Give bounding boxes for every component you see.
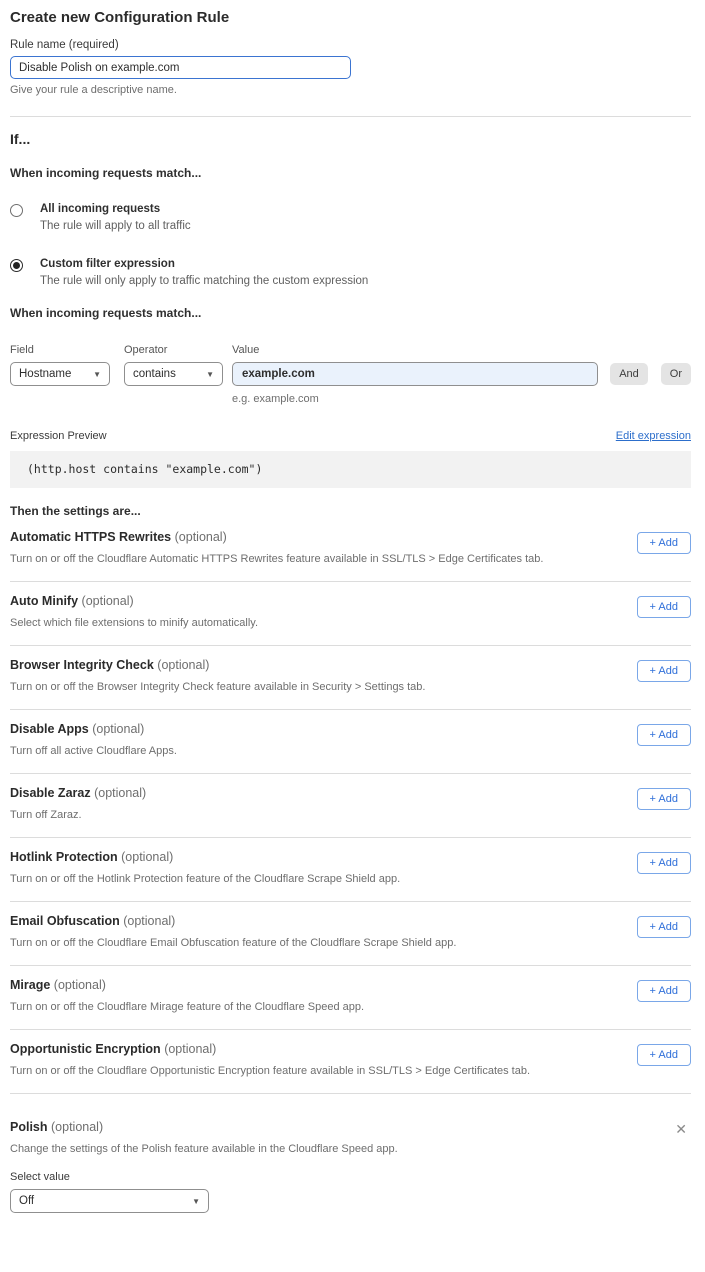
setting-optional-tag: (optional) <box>92 722 144 736</box>
setting-name: Email Obfuscation <box>10 914 120 928</box>
rule-name-input[interactable] <box>10 56 351 79</box>
operator-column-label: Operator <box>124 344 223 356</box>
setting-description: Turn on or off the Cloudflare Automatic … <box>10 553 543 565</box>
setting-row: Email Obfuscation (optional) Turn on or … <box>10 902 691 965</box>
expression-builder-heading: When incoming requests match... <box>10 306 691 320</box>
setting-description: Turn off Zaraz. <box>10 809 146 821</box>
setting-name: Polish <box>10 1120 48 1134</box>
polish-value-select[interactable]: Off ▼ <box>10 1189 209 1213</box>
add-setting-button[interactable]: + Add <box>637 1044 691 1066</box>
setting-optional-tag: (optional) <box>54 978 106 992</box>
if-heading: If... <box>10 131 691 147</box>
setting-name: Auto Minify <box>10 594 78 608</box>
setting-name: Browser Integrity Check <box>10 658 154 672</box>
expression-preview-label: Expression Preview <box>10 430 107 442</box>
value-helper-text: e.g. example.com <box>232 393 598 405</box>
field-select-value: Hostname <box>19 368 71 380</box>
add-setting-button[interactable]: + Add <box>637 788 691 810</box>
polish-select-value: Off <box>19 1195 34 1207</box>
create-configuration-rule-page: Create new Configuration Rule Rule name … <box>0 0 705 1225</box>
radio-label: All incoming requests <box>40 203 191 215</box>
operator-select[interactable]: contains ▼ <box>124 362 223 386</box>
setting-description: Turn on or off the Hotlink Protection fe… <box>10 873 400 885</box>
setting-row: Hotlink Protection (optional) Turn on or… <box>10 838 691 901</box>
radio-label: Custom filter expression <box>40 258 368 270</box>
operator-select-value: contains <box>133 368 176 380</box>
setting-name: Opportunistic Encryption <box>10 1042 161 1056</box>
then-settings-heading: Then the settings are... <box>10 504 691 518</box>
setting-optional-tag: (optional) <box>123 914 175 928</box>
expression-preview-code: (http.host contains "example.com") <box>10 451 691 488</box>
close-icon[interactable]: ✕ <box>675 1122 687 1136</box>
section-divider <box>10 116 691 117</box>
setting-description: Change the settings of the Polish featur… <box>10 1143 398 1155</box>
chevron-down-icon: ▼ <box>206 370 214 379</box>
rule-name-helper: Give your rule a descriptive name. <box>10 84 691 96</box>
radio-option-all-incoming-requests[interactable]: All incoming requests The rule will appl… <box>10 203 691 232</box>
add-setting-button[interactable]: + Add <box>637 724 691 746</box>
setting-description: Turn off all active Cloudflare Apps. <box>10 745 177 757</box>
setting-optional-tag: (optional) <box>175 530 227 544</box>
setting-row-polish: Polish (optional) Change the settings of… <box>10 1094 691 1155</box>
add-setting-button[interactable]: + Add <box>637 596 691 618</box>
setting-row: Auto Minify (optional) Select which file… <box>10 582 691 645</box>
chevron-down-icon: ▼ <box>192 1197 200 1206</box>
setting-row: Disable Zaraz (optional) Turn off Zaraz.… <box>10 774 691 837</box>
field-select[interactable]: Hostname ▼ <box>10 362 110 386</box>
setting-row: Browser Integrity Check (optional) Turn … <box>10 646 691 709</box>
setting-optional-tag: (optional) <box>51 1120 103 1134</box>
setting-optional-tag: (optional) <box>164 1042 216 1056</box>
setting-optional-tag: (optional) <box>94 786 146 800</box>
and-button[interactable]: And <box>610 363 648 385</box>
setting-row: Disable Apps (optional) Turn off all act… <box>10 710 691 773</box>
value-input[interactable] <box>232 362 598 386</box>
setting-description: Turn on or off the Browser Integrity Che… <box>10 681 425 693</box>
setting-optional-tag: (optional) <box>121 850 173 864</box>
incoming-requests-match-label: When incoming requests match... <box>10 166 691 180</box>
radio-description: The rule will only apply to traffic matc… <box>40 275 368 287</box>
setting-name: Hotlink Protection <box>10 850 118 864</box>
setting-optional-tag: (optional) <box>157 658 209 672</box>
setting-description: Select which file extensions to minify a… <box>10 617 258 629</box>
page-title: Create new Configuration Rule <box>10 9 691 26</box>
expression-builder-row: Field Hostname ▼ Operator contains ▼ Val… <box>10 344 691 405</box>
edit-expression-link[interactable]: Edit expression <box>616 430 691 442</box>
add-setting-button[interactable]: + Add <box>637 852 691 874</box>
setting-name: Automatic HTTPS Rewrites <box>10 530 171 544</box>
add-setting-button[interactable]: + Add <box>637 660 691 682</box>
setting-description: Turn on or off the Cloudflare Mirage fea… <box>10 1001 364 1013</box>
add-setting-button[interactable]: + Add <box>637 980 691 1002</box>
setting-name: Mirage <box>10 978 50 992</box>
setting-description: Turn on or off the Cloudflare Email Obfu… <box>10 937 456 949</box>
radio-description: The rule will apply to all traffic <box>40 220 191 232</box>
setting-optional-tag: (optional) <box>82 594 134 608</box>
value-column-label: Value <box>232 344 598 356</box>
or-button[interactable]: Or <box>661 363 691 385</box>
rule-name-label: Rule name (required) <box>10 39 691 51</box>
field-column-label: Field <box>10 344 110 356</box>
settings-list: Automatic HTTPS Rewrites (optional) Turn… <box>10 518 691 1094</box>
radio-button-unselected[interactable] <box>10 204 23 217</box>
radio-option-custom-filter-expression[interactable]: Custom filter expression The rule will o… <box>10 258 691 287</box>
radio-button-selected[interactable] <box>10 259 23 272</box>
setting-name: Disable Apps <box>10 722 89 736</box>
setting-row: Opportunistic Encryption (optional) Turn… <box>10 1030 691 1093</box>
setting-row: Mirage (optional) Turn on or off the Clo… <box>10 966 691 1029</box>
setting-name: Disable Zaraz <box>10 786 91 800</box>
add-setting-button[interactable]: + Add <box>637 532 691 554</box>
polish-select-value-label: Select value <box>10 1171 691 1183</box>
chevron-down-icon: ▼ <box>93 370 101 379</box>
add-setting-button[interactable]: + Add <box>637 916 691 938</box>
setting-row: Automatic HTTPS Rewrites (optional) Turn… <box>10 518 691 581</box>
setting-description: Turn on or off the Cloudflare Opportunis… <box>10 1065 530 1077</box>
